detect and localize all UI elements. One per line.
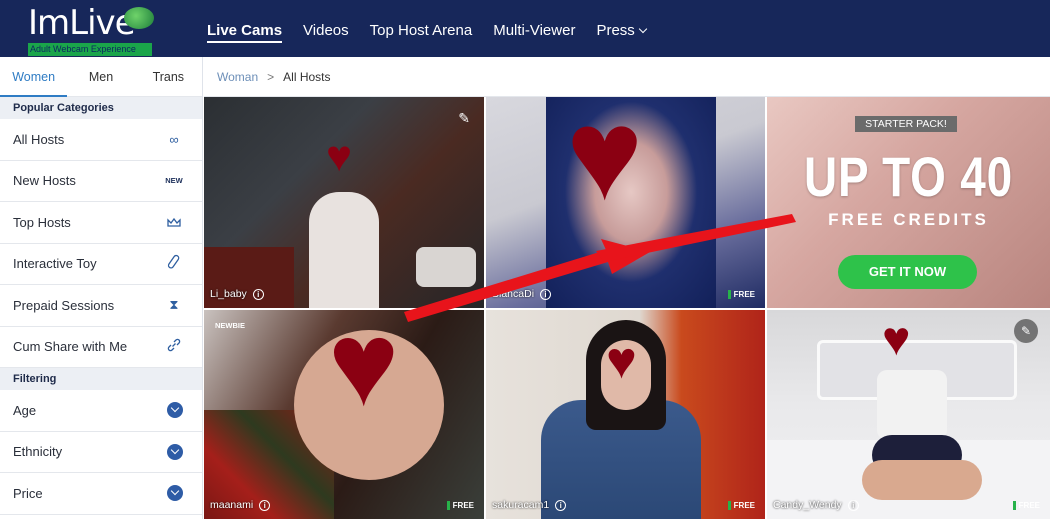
face-cover-heart: ♥ xyxy=(882,313,911,366)
host-grid: ♥ ✎ Li_baby i ♥ BlancaDi i FREE STARTER PA… xyxy=(204,97,1050,519)
host-name: Candy_Wendy i xyxy=(773,499,859,511)
filtering-heading: Filtering xyxy=(0,368,202,390)
tab-women[interactable]: Women xyxy=(0,57,68,97)
host-name: maanami i xyxy=(210,499,271,511)
sidebar-item-cum-share[interactable]: Cum Share with Me xyxy=(0,327,202,368)
host-tile[interactable]: ♥ ✎ Candy_Wendy i FREE xyxy=(767,310,1050,519)
sidebar-item-label: Cum Share with Me xyxy=(13,339,128,355)
sidebar-item-prepaid-sessions[interactable]: Prepaid Sessions ⧗ xyxy=(0,285,202,327)
popular-categories-heading: Popular Categories xyxy=(0,97,202,119)
get-it-now-button[interactable]: GET IT NOW xyxy=(838,255,977,289)
filter-label: Ethnicity xyxy=(13,444,63,460)
tab-men[interactable]: Men xyxy=(67,57,134,96)
sidebar-item-label: All Hosts xyxy=(13,131,65,147)
host-tile[interactable]: ♥ ✎ Li_baby i xyxy=(204,97,484,308)
breadcrumb-current: All Hosts xyxy=(283,70,331,84)
chevron-down-icon xyxy=(167,443,183,460)
promo-headline: UP TO 40 xyxy=(803,145,1014,208)
nav-live-cams[interactable]: Live Cams xyxy=(207,0,283,57)
breadcrumb-woman-link[interactable]: Woman xyxy=(217,70,258,84)
free-badge: FREE xyxy=(1012,501,1040,510)
free-badge: FREE xyxy=(727,290,755,299)
tab-trans[interactable]: Trans xyxy=(135,57,202,96)
host-name-text: Li_baby xyxy=(210,288,247,300)
nav-press[interactable]: Press xyxy=(596,0,648,57)
info-icon[interactable]: i xyxy=(259,499,271,511)
new-icon: NEW xyxy=(165,176,183,186)
host-tile[interactable]: ♥ NEWBIE maanami i FREE xyxy=(204,310,484,519)
filter-price[interactable]: Price xyxy=(0,473,202,515)
host-tile[interactable]: ♥ sakuracam1 i FREE xyxy=(486,310,765,519)
host-name-text: BlancaDi xyxy=(492,288,535,300)
logo-text: ImLive xyxy=(28,3,136,43)
top-navigation-bar: ImLive Adult Webcam Experience Live Cams… xyxy=(0,0,1050,57)
face-cover-heart: ♥ xyxy=(328,310,400,431)
chevron-down-icon xyxy=(638,24,648,34)
toy-icon: ✎ xyxy=(458,110,470,126)
free-badge: FREE xyxy=(727,501,755,510)
nav-multi-viewer[interactable]: Multi-Viewer xyxy=(493,0,575,57)
promo-subline: FREE CREDITS xyxy=(828,210,989,229)
host-tile[interactable]: ♥ BlancaDi i FREE xyxy=(486,97,765,308)
sidebar-item-label: Prepaid Sessions xyxy=(13,297,115,313)
face-cover-heart: ♥ xyxy=(566,97,644,227)
free-badge: FREE xyxy=(446,501,474,510)
sidebar-item-new-hosts[interactable]: New Hosts NEW xyxy=(0,161,202,202)
sidebar-item-label: New Hosts xyxy=(13,173,76,189)
host-name: BlancaDi i xyxy=(492,288,552,300)
gender-tabs: Women Men Trans xyxy=(0,57,202,97)
info-icon[interactable]: i xyxy=(252,288,264,300)
starter-pack-badge: STARTER PACK! xyxy=(855,116,957,132)
chevron-down-icon xyxy=(167,402,183,419)
info-icon[interactable]: i xyxy=(555,499,567,511)
newbie-badge: NEWBIE xyxy=(215,321,245,330)
crown-icon xyxy=(164,215,184,230)
sidebar-item-label: Top Hosts xyxy=(13,214,71,230)
breadcrumb: Woman > All Hosts xyxy=(204,57,1050,97)
sidebar-item-all-hosts[interactable]: All Hosts ∞ xyxy=(0,119,202,161)
logo-tagline: Adult Webcam Experience xyxy=(28,43,152,56)
imlive-logo[interactable]: ImLive Adult Webcam Experience xyxy=(28,3,158,56)
filter-label: Price xyxy=(13,485,43,501)
breadcrumb-separator: > xyxy=(267,70,275,84)
toy-icon xyxy=(164,254,184,273)
sidebar-item-label: Interactive Toy xyxy=(13,256,97,272)
link-icon xyxy=(164,337,184,356)
sidebar: Women Men Trans Popular Categories All H… xyxy=(0,57,203,519)
hourglass-icon: ⧗ xyxy=(169,297,179,313)
infinity-icon: ∞ xyxy=(169,131,179,147)
face-cover-heart: ♥ xyxy=(606,332,637,390)
sidebar-item-interactive-toy[interactable]: Interactive Toy xyxy=(0,244,202,285)
face-cover-heart: ♥ xyxy=(326,132,353,181)
info-icon[interactable]: i xyxy=(847,499,859,511)
filter-age[interactable]: Age xyxy=(0,390,202,432)
nav-top-host-arena[interactable]: Top Host Arena xyxy=(370,0,473,57)
host-name-text: maanami xyxy=(210,499,254,511)
nav-press-label: Press xyxy=(596,22,635,39)
toy-icon: ✎ xyxy=(1014,319,1038,343)
main-nav: Live Cams Videos Top Host Arena Multi-Vi… xyxy=(207,0,667,57)
host-name-text: sakuracam1 xyxy=(492,499,550,511)
filter-label: Age xyxy=(13,402,37,418)
host-name: sakuracam1 i xyxy=(492,499,567,511)
filter-ethnicity[interactable]: Ethnicity xyxy=(0,432,202,473)
host-name: Li_baby i xyxy=(210,288,264,300)
globe-icon xyxy=(124,7,154,29)
nav-videos[interactable]: Videos xyxy=(303,0,349,57)
host-name-text: Candy_Wendy xyxy=(773,499,842,511)
sidebar-item-top-hosts[interactable]: Top Hosts xyxy=(0,202,202,244)
chevron-down-icon xyxy=(167,485,183,502)
info-icon[interactable]: i xyxy=(540,288,552,300)
promo-banner[interactable]: STARTER PACK! UP TO 40 FREE CREDITS GET … xyxy=(767,97,1050,308)
